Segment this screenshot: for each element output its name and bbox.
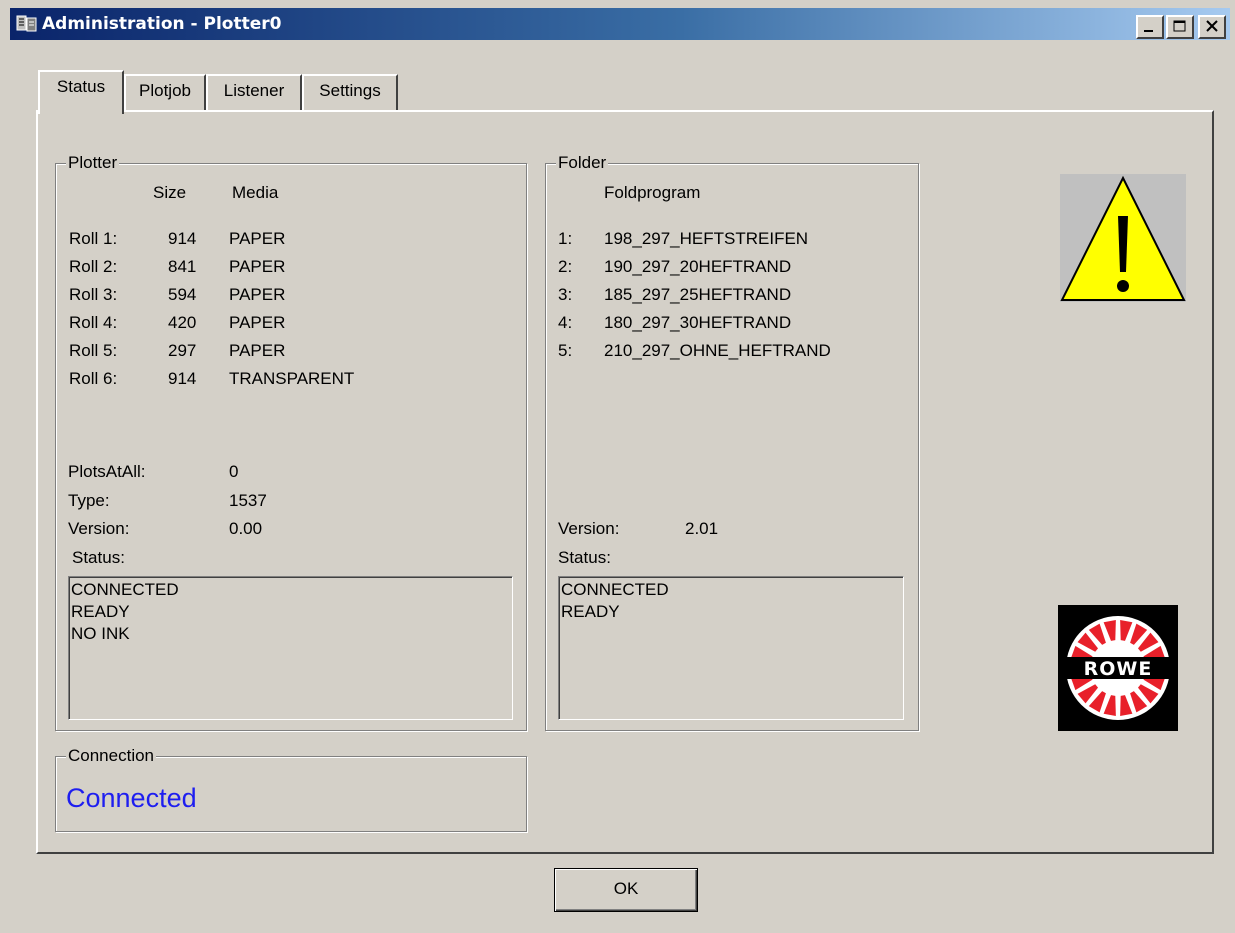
plots-at-all-label: PlotsAtAll: [68, 462, 146, 481]
administration-window: Administration - Plotter0 Status Plotjob… [0, 0, 1235, 933]
ok-button[interactable]: OK [554, 868, 698, 912]
roll-media: PAPER [229, 313, 286, 332]
foldprogram-number: 1: [558, 229, 573, 248]
foldprogram-name: 198_297_HEFTSTREIFEN [604, 229, 809, 248]
close-button[interactable] [1198, 15, 1226, 39]
roll-media: PAPER [229, 285, 286, 304]
foldprogram-name: 210_297_OHNE_HEFTRAND [604, 341, 831, 360]
plotter-status-label: Status: [72, 548, 125, 567]
svg-text:ROWE: ROWE [1084, 658, 1153, 680]
close-icon [1206, 20, 1218, 32]
foldprogram-name: 190_297_20HEFTRAND [604, 257, 792, 276]
plotter-status-box[interactable]: CONNECTED READY NO INK [68, 576, 513, 720]
connection-state: Connected [66, 783, 197, 813]
roll-media: PAPER [229, 341, 286, 360]
roll-media: PAPER [229, 257, 286, 276]
app-icon [16, 13, 38, 35]
roll-label: Roll 3: [69, 285, 118, 304]
minimize-icon [1144, 30, 1153, 32]
tab-status[interactable]: Status [38, 70, 124, 114]
folder-status-label: Status: [558, 548, 611, 567]
plotter-version-value: 0.00 [229, 519, 263, 538]
status-line: CONNECTED [71, 580, 179, 599]
plotter-group-label: Plotter [66, 152, 120, 174]
type-value: 1537 [229, 491, 267, 510]
roll-label: Roll 1: [69, 229, 118, 248]
roll-size: 841 [168, 257, 197, 276]
tab-settings[interactable]: Settings [302, 74, 398, 112]
roll-size: 914 [168, 369, 197, 388]
roll-media: PAPER [229, 229, 286, 248]
roll-size: 914 [168, 229, 197, 248]
type-label: Type: [68, 491, 110, 510]
roll-size: 420 [168, 313, 197, 332]
size-column-header: Size [153, 183, 187, 202]
status-line: CONNECTED [561, 580, 669, 599]
roll-label: Roll 6: [69, 369, 118, 388]
connection-group-label: Connection [66, 745, 157, 767]
maximize-icon [1173, 20, 1186, 32]
folder-status-box[interactable]: CONNECTED READY [558, 576, 904, 720]
folder-group-label: Folder [556, 152, 609, 174]
tab-listener[interactable]: Listener [206, 74, 302, 112]
foldprogram-number: 4: [558, 313, 573, 332]
warning-icon [1060, 174, 1186, 302]
plotter-version-label: Version: [68, 519, 130, 538]
tab-plotjob[interactable]: Plotjob [124, 74, 206, 112]
foldprogram-number: 2: [558, 257, 573, 276]
media-column-header: Media [232, 183, 279, 202]
title-bar[interactable]: Administration - Plotter0 [10, 8, 1230, 40]
foldprogram-column-header: Foldprogram [604, 183, 701, 202]
foldprogram-name: 180_297_30HEFTRAND [604, 313, 792, 332]
foldprogram-name: 185_297_25HEFTRAND [604, 285, 792, 304]
maximize-button[interactable] [1166, 15, 1194, 39]
rowe-logo: ROWE [1058, 605, 1178, 731]
foldprogram-number: 3: [558, 285, 573, 304]
minimize-button[interactable] [1136, 15, 1164, 39]
roll-size: 297 [168, 341, 197, 360]
status-line: READY [561, 602, 620, 621]
folder-version-label: Version: [558, 519, 620, 538]
roll-label: Roll 4: [69, 313, 118, 332]
roll-label: Roll 2: [69, 257, 118, 276]
roll-media: TRANSPARENT [229, 369, 355, 388]
status-line: NO INK [71, 624, 130, 643]
foldprogram-number: 5: [558, 341, 573, 360]
roll-size: 594 [168, 285, 197, 304]
plots-at-all-value: 0 [229, 462, 239, 481]
roll-label: Roll 5: [69, 341, 118, 360]
folder-version-value: 2.01 [685, 519, 719, 538]
window-title: Administration - Plotter0 [42, 14, 282, 34]
status-line: READY [71, 602, 130, 621]
